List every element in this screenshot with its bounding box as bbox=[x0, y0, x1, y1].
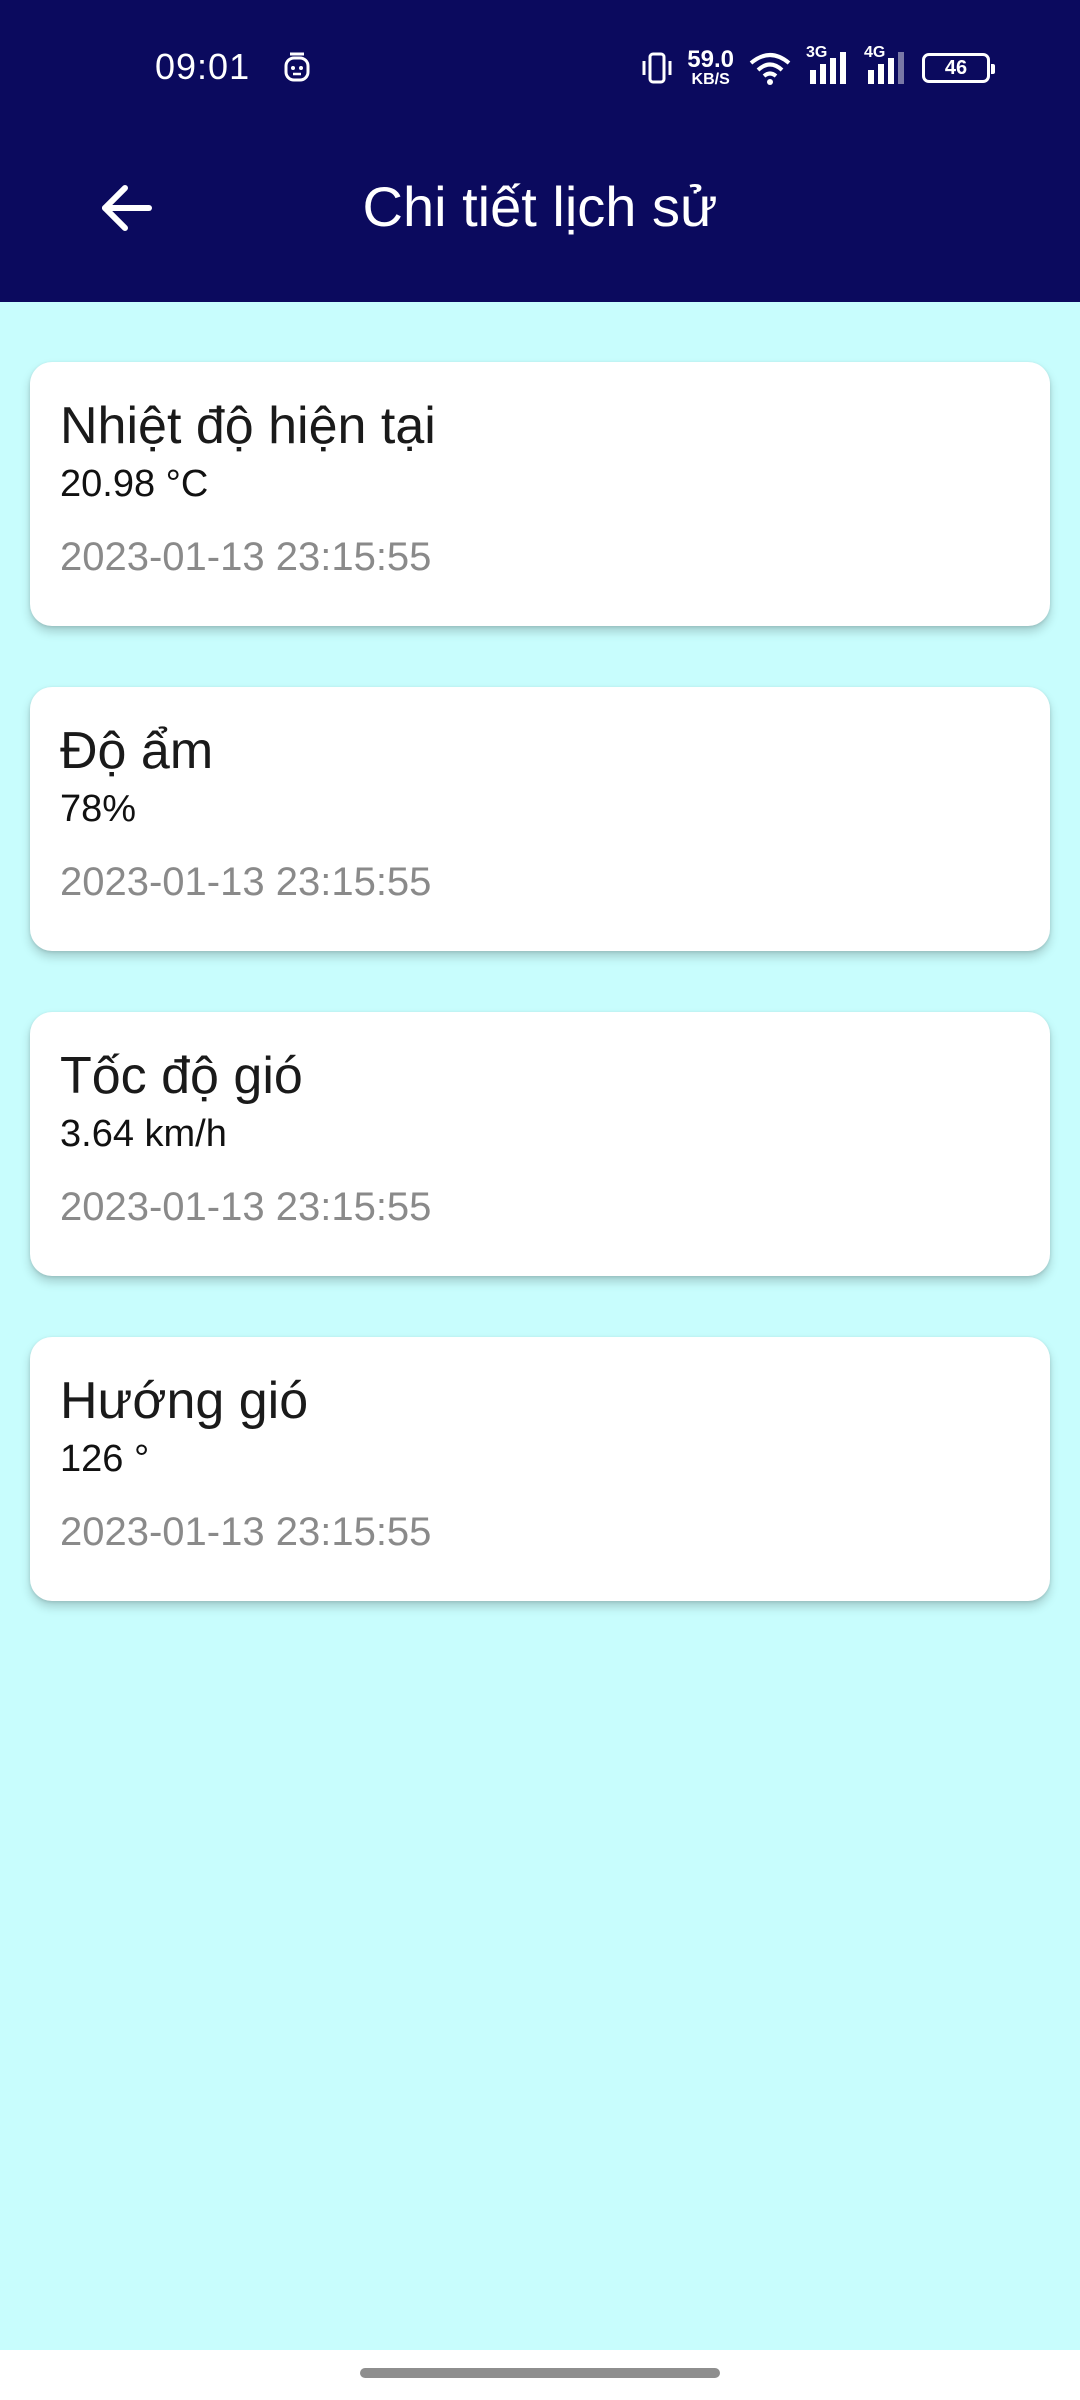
record-timestamp: 2023-01-13 23:15:55 bbox=[60, 1509, 432, 1554]
record-value: 78% bbox=[60, 788, 137, 831]
app-bar: 09:01 59.0 KB/S 3G 4G 46 Chi tiết lịch s… bbox=[0, 0, 1080, 302]
record-card-wind-speed[interactable]: Tốc độ gió 3.64 km/h 2023-01-13 23:15:55 bbox=[30, 1012, 1050, 1276]
record-card-humidity[interactable]: Độ ẩm 78% 2023-01-13 23:15:55 bbox=[30, 687, 1050, 951]
record-timestamp: 2023-01-13 23:15:55 bbox=[60, 534, 432, 579]
signal-4g-icon: 4G bbox=[864, 44, 908, 86]
record-card-temperature[interactable]: Nhiệt độ hiện tại 20.98 °C 2023-01-13 23… bbox=[30, 362, 1050, 626]
record-timestamp: 2023-01-13 23:15:55 bbox=[60, 1184, 432, 1229]
battery-level: 46 bbox=[944, 56, 968, 79]
status-bar: 09:01 59.0 KB/S 3G 4G 46 bbox=[0, 0, 1080, 140]
record-value: 20.98 °C bbox=[60, 463, 209, 506]
history-detail-list: Nhiệt độ hiện tại 20.98 °C 2023-01-13 23… bbox=[30, 362, 1050, 1662]
record-label: Độ ẩm bbox=[60, 722, 214, 780]
home-indicator[interactable] bbox=[360, 2368, 720, 2378]
record-value: 3.64 km/h bbox=[60, 1113, 227, 1156]
status-icons: 59.0 KB/S 3G 4G 46 bbox=[641, 44, 995, 90]
network-speed: 59.0 KB/S bbox=[687, 48, 734, 88]
signal-3g-icon: 3G bbox=[806, 44, 850, 86]
network-speed-unit: KB/S bbox=[691, 71, 730, 88]
signal-3g-label: 3G bbox=[806, 44, 828, 61]
vibrate-icon bbox=[642, 52, 672, 84]
system-nav-bar bbox=[0, 2350, 1080, 2400]
record-value: 126 ° bbox=[60, 1438, 150, 1481]
battery-icon: 46 bbox=[922, 53, 995, 83]
page-title: Chi tiết lịch sử bbox=[362, 175, 718, 238]
record-label: Nhiệt độ hiện tại bbox=[60, 397, 436, 455]
network-speed-value: 59.0 bbox=[687, 46, 734, 73]
face-icon bbox=[284, 52, 310, 82]
status-time: 09:01 bbox=[155, 46, 251, 87]
record-card-wind-direction[interactable]: Hướng gió 126 ° 2023-01-13 23:15:55 bbox=[30, 1337, 1050, 1601]
record-label: Tốc độ gió bbox=[60, 1047, 303, 1105]
wifi-icon bbox=[749, 53, 791, 85]
signal-4g-label: 4G bbox=[864, 44, 886, 61]
record-timestamp: 2023-01-13 23:15:55 bbox=[60, 859, 432, 904]
record-label: Hướng gió bbox=[60, 1372, 309, 1430]
